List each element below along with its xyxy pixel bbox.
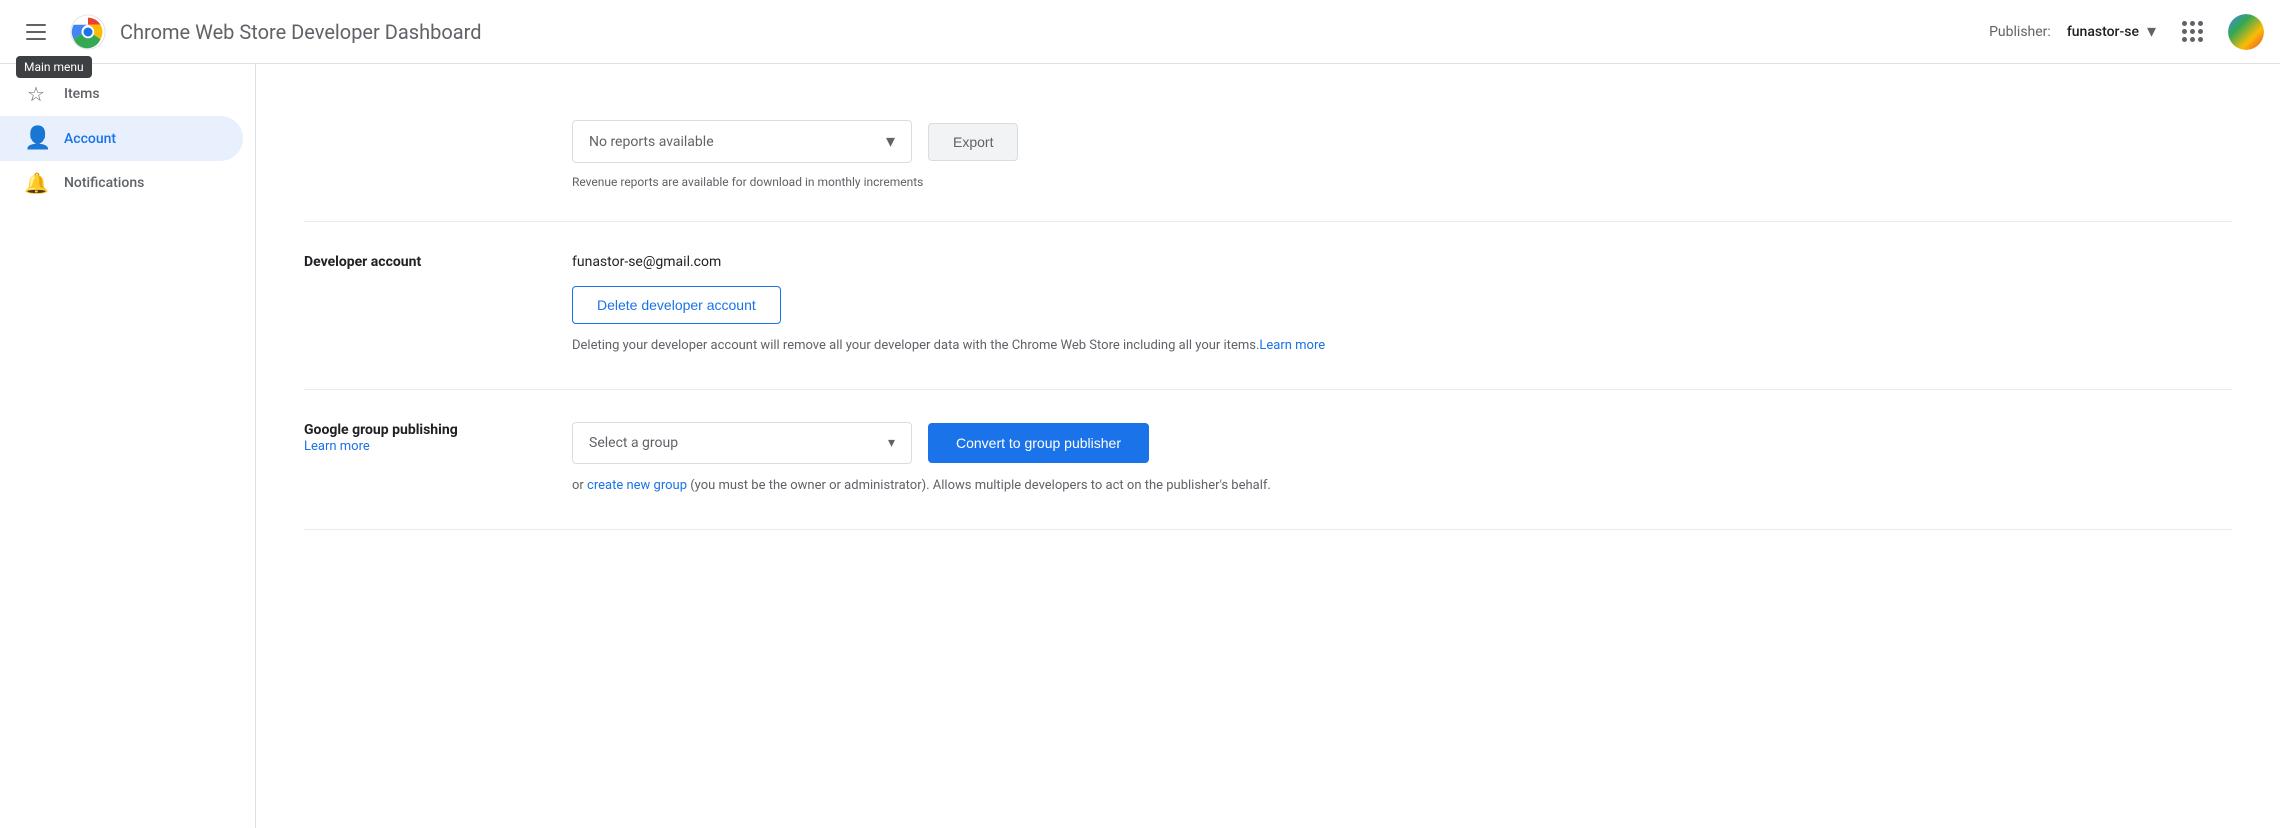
group-hint-text: or create new group (you must be the own… [572,476,1332,497]
group-select-dropdown[interactable]: Select a group ▾ [572,422,912,464]
apps-button[interactable] [2172,12,2212,52]
developer-account-content: funastor-se@gmail.com Delete developer a… [572,254,1332,357]
group-row: Select a group ▾ Convert to group publis… [572,422,1332,464]
sidebar-item-account-label: Account [64,131,116,147]
publisher-dropdown[interactable]: funastor-se ▾ [2067,21,2156,42]
group-publishing-learn-more-link[interactable]: Learn more [304,439,370,454]
group-publishing-label-title: Google group publishing [304,422,524,438]
app-name: Chrome Web Store [120,20,286,44]
header-right: Publisher: funastor-se ▾ [1989,12,2264,52]
delete-developer-account-button[interactable]: Delete developer account [572,286,781,324]
main-content: No reports available ▾ Export Revenue re… [256,64,2280,828]
sidebar-item-items-label: Items [64,86,100,102]
sidebar-item-notifications[interactable]: 🔔 Notifications [0,161,243,205]
header: Main menu Chrome Web Stor [0,0,2280,64]
group-chevron-icon: ▾ [888,435,895,451]
sidebar-item-account[interactable]: 👤 Account [0,116,243,161]
items-icon: ☆ [24,82,48,106]
convert-to-group-publisher-button[interactable]: Convert to group publisher [928,423,1149,463]
account-icon: 👤 [24,126,48,151]
developer-email: funastor-se@gmail.com [572,254,1332,270]
delete-description-text: Deleting your developer account will rem… [572,338,1259,353]
group-dropdown-placeholder: Select a group [589,435,678,451]
create-new-group-link[interactable]: create new group [587,478,687,493]
publisher-label: Publisher: [1989,24,2051,40]
developer-account-label-title: Developer account [304,254,524,270]
sidebar: ☆ Items 👤 Account 🔔 Notifications [0,64,256,828]
publisher-chevron-icon: ▾ [2147,21,2156,42]
header-title: Chrome Web Store Developer Dashboard [120,20,482,44]
group-hint-prefix: or [572,478,587,493]
export-button: Export [928,123,1018,161]
notifications-icon: 🔔 [24,171,48,195]
delete-learn-more-link[interactable]: Learn more [1259,338,1325,353]
apps-icon [2182,21,2203,42]
menu-button[interactable] [16,12,56,52]
menu-tooltip-container: Main menu [16,12,56,52]
menu-tooltip-label: Main menu [16,56,92,78]
group-publishing-content: Select a group ▾ Convert to group publis… [572,422,1332,497]
developer-account-section-label: Developer account [304,254,524,357]
chrome-logo-icon [68,12,108,52]
group-publishing-section: Google group publishing Learn more Selec… [304,390,2232,530]
developer-account-section: Developer account funastor-se@gmail.com … [304,222,2232,390]
group-hint-suffix: (you must be the owner or administrator)… [687,478,1271,493]
app-subtitle: Developer Dashboard [286,20,481,44]
delete-description: Deleting your developer account will rem… [572,336,1332,357]
reports-dropdown-value: No reports available [589,134,714,150]
revenue-section: No reports available ▾ Export Revenue re… [304,88,2232,222]
revenue-section-label [304,120,524,189]
reports-chevron-icon: ▾ [886,131,895,152]
sidebar-item-items[interactable]: ☆ Items [0,72,243,116]
reports-dropdown[interactable]: No reports available ▾ [572,120,912,163]
group-publishing-section-label: Google group publishing Learn more [304,422,524,497]
revenue-section-content: No reports available ▾ Export Revenue re… [572,120,1332,189]
header-left: Main menu Chrome Web Stor [16,12,1989,52]
layout: ☆ Items 👤 Account 🔔 Notifications No rep… [0,64,2280,828]
avatar[interactable] [2228,14,2264,50]
report-row: No reports available ▾ Export [572,120,1332,163]
avatar-image [2228,14,2264,50]
sidebar-item-notifications-label: Notifications [64,175,144,191]
publisher-name: funastor-se [2067,24,2139,40]
revenue-hint: Revenue reports are available for downlo… [572,175,1332,189]
